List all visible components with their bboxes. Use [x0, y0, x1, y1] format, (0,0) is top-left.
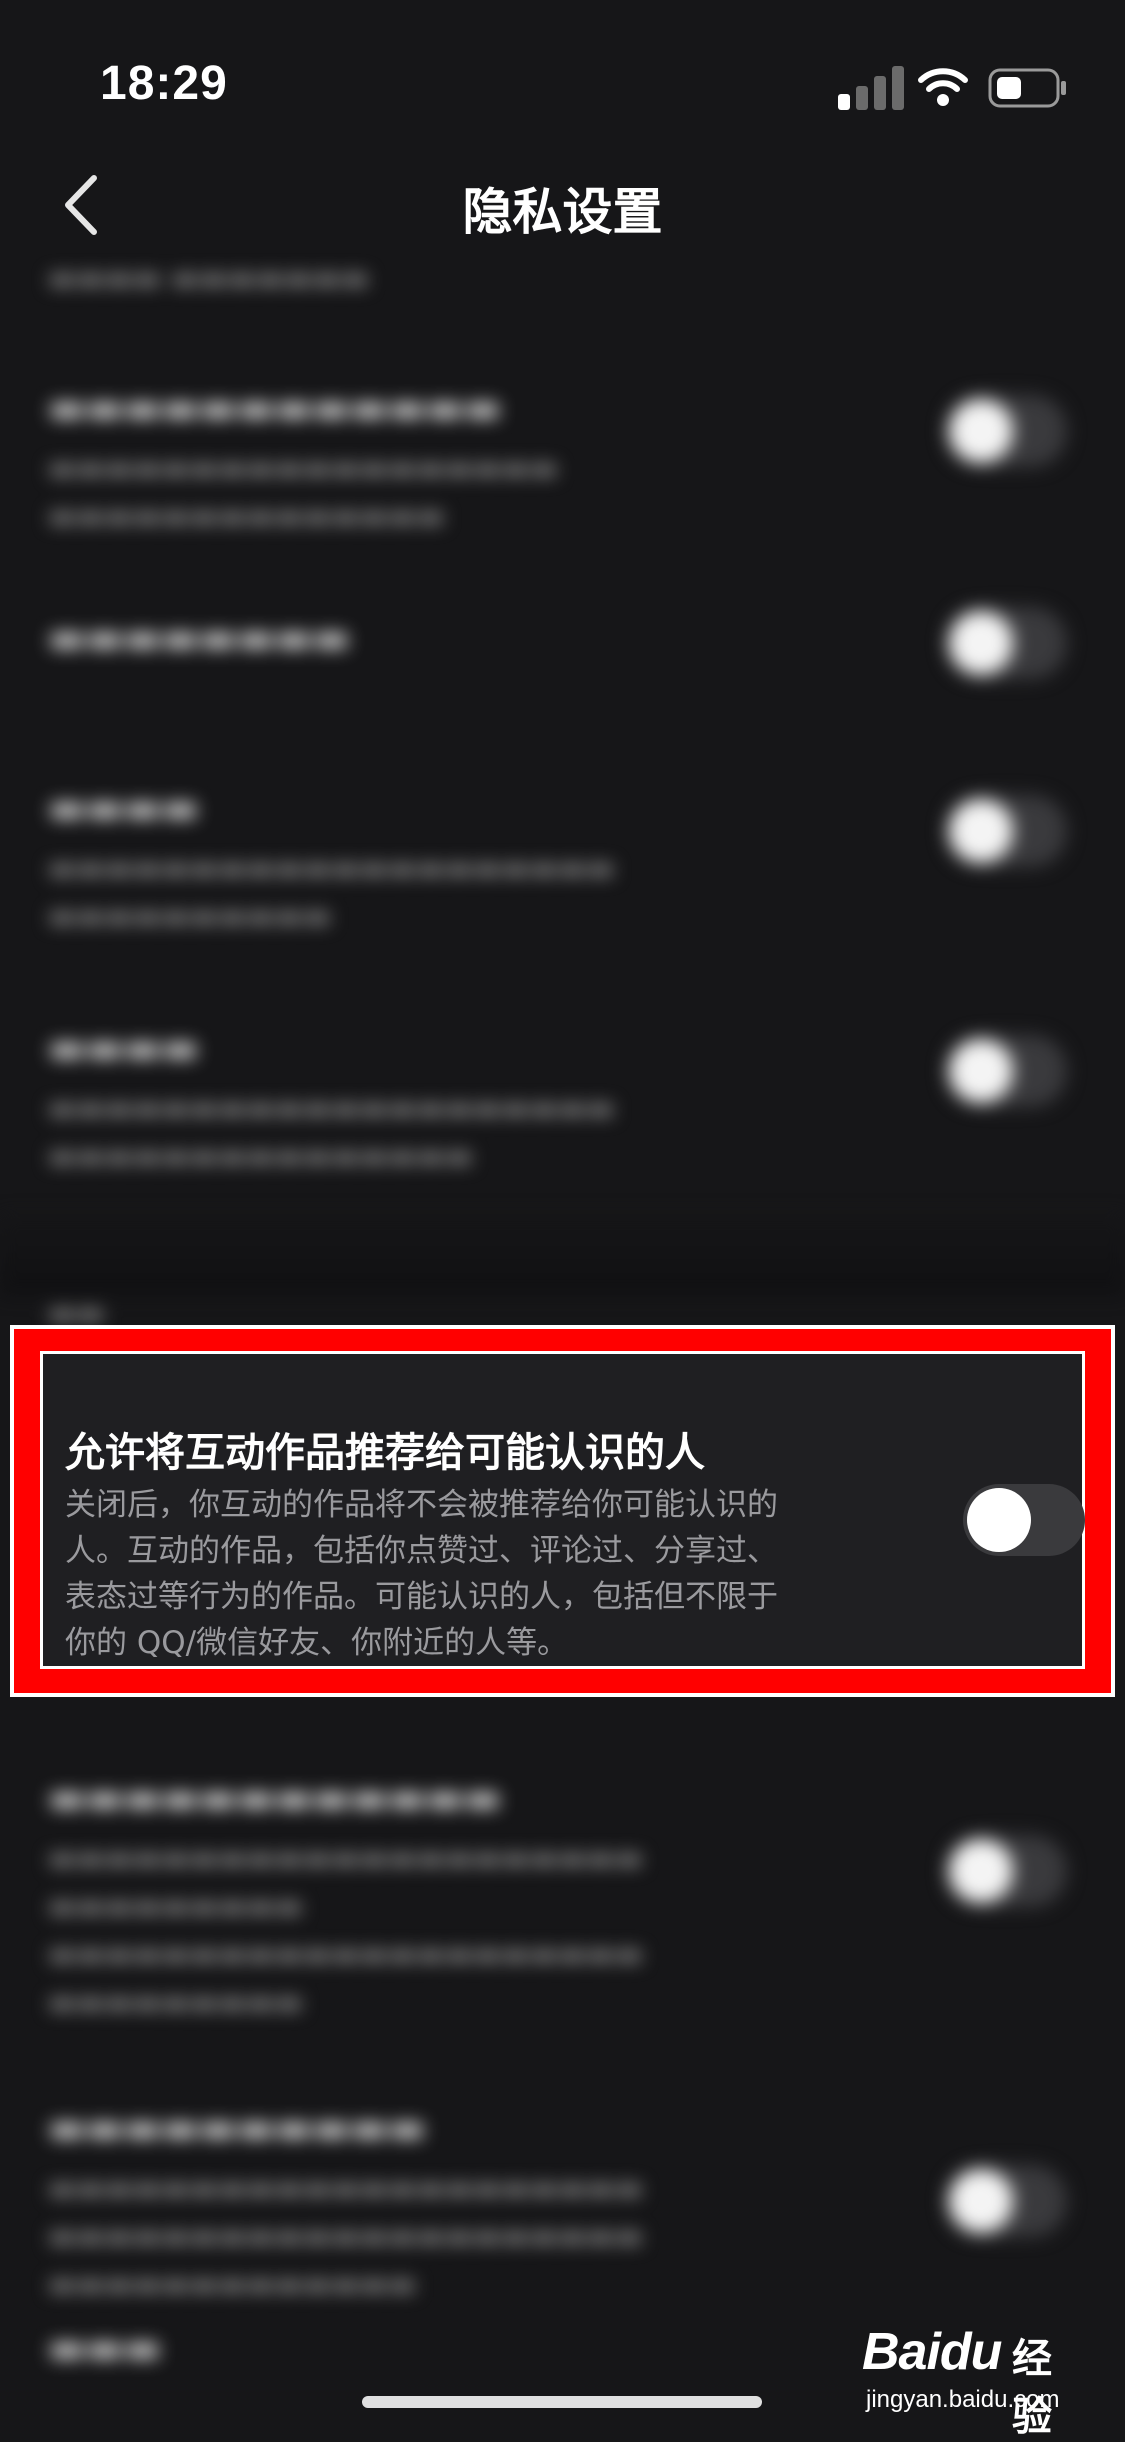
setting-title: ▬▬▬▬: [48, 1025, 200, 1071]
setting-desc: ▬▬▬▬ ▬▬▬▬▬▬▬: [48, 261, 370, 296]
annotation-frame: 允许将互动作品推荐给可能认识的人 关闭后，你互动的作品将不会被推荐给你可能认识的…: [10, 1325, 1115, 1697]
blurred-settings-top: ▬▬▬▬ ▬▬▬▬▬▬▬ ▬▬▬▬▬▬▬▬▬▬▬▬ ▬▬▬▬▬▬▬▬▬▬▬▬▬▬…: [0, 255, 1125, 1335]
setting-desc: ▬▬▬▬▬▬▬▬▬▬▬▬▬▬▬▬▬▬▬▬▬▬▬▬▬▬▬▬▬▬▬▬▬▬▬▬▬▬▬▬…: [48, 2171, 644, 2302]
watermark-url: jingyan.baidu.com: [866, 2386, 1060, 2413]
setting-desc: ▬▬▬▬▬▬▬▬▬▬▬▬▬▬▬▬▬▬▬▬ ▬▬▬▬▬▬▬▬▬▬: [48, 851, 615, 934]
cellular-signal-icon: [838, 66, 904, 110]
wifi-icon: [918, 68, 968, 106]
battery-icon: [988, 68, 1066, 108]
desc-line: 表态过等行为的作品。可能认识的人，包括但不限于: [65, 1579, 778, 1615]
status-time: 18:29: [100, 57, 228, 110]
setting-title: ▬▬▬▬: [48, 785, 200, 831]
setting-title: ▬▬▬▬▬▬▬▬▬▬: [48, 2105, 426, 2151]
nav-bar: 隐私设置: [0, 150, 1125, 260]
setting-toggle[interactable]: [945, 795, 1067, 867]
watermark-brand: Baidu: [862, 2323, 1002, 2381]
recommend-to-acquaintances-toggle[interactable]: [963, 1484, 1085, 1556]
setting-desc: ▬▬▬▬▬▬▬▬▬▬▬▬▬▬▬▬▬▬▬▬ ▬▬▬▬▬▬▬▬▬▬▬▬▬▬▬: [48, 1091, 615, 1174]
toggle-knob: [967, 1488, 1031, 1552]
section-separator: [0, 1215, 1125, 1295]
baidu-jingyan-watermark: Baidu 经验 jingyan.baidu.com: [862, 2322, 1072, 2440]
desc-line: 你的 QQ/微信好友、你附近的人等。: [65, 1625, 569, 1661]
setting-toggle[interactable]: [945, 607, 1067, 679]
status-bar: 18:29: [0, 0, 1125, 150]
setting-title: ▬▬▬▬▬▬▬▬▬▬▬▬: [48, 385, 502, 431]
setting-title: ▬▬▬: [48, 2325, 162, 2371]
highlighted-setting-row[interactable]: 允许将互动作品推荐给可能认识的人 关闭后，你互动的作品将不会被推荐给你可能认识的…: [40, 1351, 1085, 1669]
setting-toggle[interactable]: [945, 1035, 1067, 1107]
setting-toggle[interactable]: [945, 1835, 1067, 1907]
setting-title: ▬▬▬▬▬▬▬▬▬▬▬▬: [48, 1775, 502, 1821]
setting-title: 允许将互动作品推荐给可能认识的人: [65, 1430, 705, 1476]
setting-toggle[interactable]: [945, 395, 1067, 467]
setting-desc: ▬▬▬▬▬▬▬▬▬▬▬▬▬▬▬▬▬▬ ▬▬▬▬▬▬▬▬▬▬▬▬▬▬: [48, 451, 559, 534]
watermark-product: 经验: [1012, 2336, 1052, 2440]
setting-toggle[interactable]: [945, 2165, 1067, 2237]
setting-title: ▬▬▬▬▬▬▬▬: [48, 615, 351, 661]
page-title: 隐私设置: [462, 183, 663, 241]
setting-desc: ▬▬▬▬▬▬▬▬▬▬▬▬▬▬▬▬▬▬▬▬▬▬▬▬▬▬▬▬▬▬▬▬▬▬▬▬▬▬▬▬…: [48, 1841, 644, 2020]
setting-description: 关闭后，你互动的作品将不会被推荐给你可能认识的 人。互动的作品，包括你点赞过、评…: [65, 1482, 945, 1666]
desc-line: 人。互动的作品，包括你点赞过、评论过、分享过、: [65, 1533, 778, 1569]
home-indicator[interactable]: [362, 2396, 762, 2408]
desc-line: 关闭后，你互动的作品将不会被推荐给你可能认识的: [65, 1487, 778, 1523]
